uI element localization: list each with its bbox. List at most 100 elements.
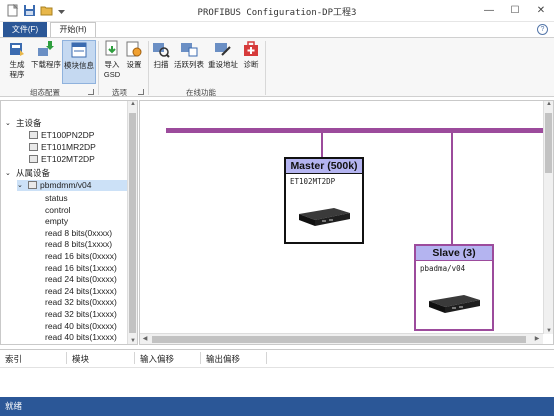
tree-item-module[interactable]: read 16 bits(1xxxx) [45, 263, 117, 274]
slave-drop-line [451, 133, 453, 245]
group-label-config: 组态配置 [30, 88, 60, 97]
module-info-icon [71, 42, 87, 58]
master-drop-line [321, 133, 323, 157]
tree-group-masters[interactable]: ⌄ 主设备 [5, 118, 42, 129]
tree-group-slaves[interactable]: ⌄ 从属设备 [5, 168, 50, 179]
scan-button[interactable]: 扫描 [151, 40, 171, 70]
gateway-device-icon [299, 208, 350, 226]
profibus-line [166, 128, 553, 133]
slave-node-header: Slave (3) [416, 246, 492, 261]
scroll-up-icon[interactable]: ▲ [129, 101, 137, 107]
import-gsd-icon [105, 40, 118, 56]
collapse-arrow-icon[interactable]: ⌄ [17, 180, 23, 191]
tree-item-master[interactable]: ET101MR2DP [29, 142, 96, 153]
canvas-vertical-scrollbar[interactable]: ▲ ▼ [543, 101, 553, 334]
scroll-up-icon[interactable]: ▲ [545, 101, 553, 107]
device-tree: ⌄ 主设备 ET100PN2DP ET101MR2DP ET102MT2DP ⌄ 从… [0, 100, 138, 345]
canvas-horizontal-scrollbar[interactable]: ◀ ▶ [140, 333, 543, 344]
master-node-header: Master (500k) [286, 159, 362, 174]
settings-icon [126, 41, 142, 57]
generate-program-icon [10, 43, 24, 56]
minimize-button[interactable]: — [476, 0, 502, 20]
tree-item-master[interactable]: ET102MT2DP [29, 154, 95, 165]
tree-item-module[interactable]: read 24 bits(1xxxx) [45, 286, 117, 297]
tree-item-module[interactable]: read 32 bits(1xxxx) [45, 309, 117, 320]
column-divider [266, 352, 267, 364]
column-header-output-offset[interactable]: 输出偏移 [206, 353, 240, 365]
live-list-button[interactable]: 活跃列表 [173, 40, 205, 70]
master-node[interactable]: Master (500k) ET102MT2DP [284, 157, 364, 244]
diagnose-button[interactable]: 诊断 [240, 40, 262, 70]
canvas-hscroll-thumb[interactable] [152, 336, 526, 343]
tree-item-module[interactable]: read 32 bits(0xxxx) [45, 297, 117, 308]
canvas-vscroll-thumb[interactable] [545, 113, 552, 173]
module-info-button[interactable]: 模块信息 [62, 40, 96, 84]
tree-item-module[interactable]: read 24 bits(0xxxx) [45, 274, 117, 285]
ribbon: 生成 程序 下载程序 模块信息 组态配置 导入 GSD 设置 选项 扫描 活跃列… [0, 37, 554, 97]
tree-scroll-thumb[interactable] [129, 113, 136, 333]
close-button[interactable]: ✕ [528, 0, 554, 20]
table-header-divider [0, 367, 554, 368]
reset-address-button[interactable]: 重设地址 [207, 40, 239, 70]
diagnose-icon [244, 41, 258, 56]
status-bar: 就绪 [0, 397, 554, 416]
import-gsd-button[interactable]: 导入 GSD [101, 40, 123, 80]
column-divider [134, 352, 135, 364]
tree-item-module[interactable]: read 40 bits(1xxxx) [45, 332, 117, 343]
gateway-device-icon [429, 295, 480, 313]
reset-address-icon [215, 43, 231, 56]
group-options-launcher[interactable] [138, 89, 144, 95]
network-canvas[interactable]: Master (500k) ET102MT2DP Slave (3) pbadm… [139, 100, 554, 345]
window-title: PROFIBUS Configuration-DP工程3 [197, 8, 357, 18]
generate-program-button[interactable]: 生成 程序 [4, 40, 30, 80]
maximize-button[interactable]: ☐ [502, 0, 528, 20]
column-divider [66, 352, 67, 364]
group-config-launcher[interactable] [88, 89, 94, 95]
slave-node-name: pbadma/v04 [420, 264, 466, 273]
tree-item-label: ET101MR2DP [41, 142, 96, 152]
tree-item-module[interactable]: read 40 bits(0xxxx) [45, 321, 117, 332]
live-list-icon [181, 43, 198, 57]
column-header-module[interactable]: 模块 [72, 353, 89, 365]
scroll-down-icon[interactable]: ▼ [545, 328, 553, 334]
settings-button[interactable]: 设置 [124, 40, 144, 70]
module-table: 索引 模块 输入偏移 输出偏移 [0, 349, 554, 397]
scroll-left-icon[interactable]: ◀ [141, 335, 149, 342]
column-header-index[interactable]: 索引 [5, 353, 22, 365]
ribbon-separator [148, 41, 149, 95]
tree-item-module[interactable]: read 16 bits(0xxxx) [45, 251, 117, 262]
tree-item-module[interactable]: read 8 bits(0xxxx) [45, 228, 112, 239]
tree-item-module[interactable]: empty [45, 216, 68, 227]
tree-item-master[interactable]: ET100PN2DP [29, 130, 94, 141]
scroll-right-icon[interactable]: ▶ [533, 335, 541, 342]
group-label-options: 选项 [112, 88, 127, 97]
collapse-arrow-icon[interactable]: ⌄ [5, 168, 11, 179]
ribbon-separator [265, 41, 266, 95]
collapse-arrow-icon[interactable]: ⌄ [5, 118, 11, 129]
tree-item-label: ET100PN2DP [41, 130, 95, 140]
column-divider [200, 352, 201, 364]
ribbon-tabs: 文件(F) 开始(H) ? [0, 22, 554, 37]
ribbon-separator [98, 41, 99, 95]
tree-item-module[interactable]: control [45, 205, 71, 216]
group-label-online: 在线功能 [186, 88, 216, 97]
help-icon[interactable]: ? [537, 24, 548, 35]
tree-item-module[interactable]: status [45, 193, 68, 204]
download-program-button[interactable]: 下载程序 [31, 40, 61, 70]
column-header-input-offset[interactable]: 输入偏移 [140, 353, 174, 365]
tree-scrollbar[interactable]: ▲ ▼ [127, 101, 137, 344]
tree-item-slave-device[interactable]: ⌄ pbmdmm/v04 [17, 180, 127, 191]
device-icon [29, 155, 38, 163]
tree-item-module[interactable]: read 8 bits(1xxxx) [45, 239, 112, 250]
scan-icon [153, 43, 170, 58]
device-icon [29, 143, 38, 151]
device-icon [28, 181, 37, 189]
title-bar: PROFIBUS Configuration-DP工程3 — ☐ ✕ [0, 0, 554, 22]
tab-file[interactable]: 文件(F) [3, 22, 47, 37]
slave-node[interactable]: Slave (3) pbadma/v04 [414, 244, 494, 331]
master-node-name: ET102MT2DP [290, 177, 336, 186]
tab-home[interactable]: 开始(H) [50, 22, 96, 37]
tree-item-label: ET102MT2DP [41, 154, 95, 164]
scroll-down-icon[interactable]: ▼ [129, 338, 137, 344]
device-icon [29, 131, 38, 139]
